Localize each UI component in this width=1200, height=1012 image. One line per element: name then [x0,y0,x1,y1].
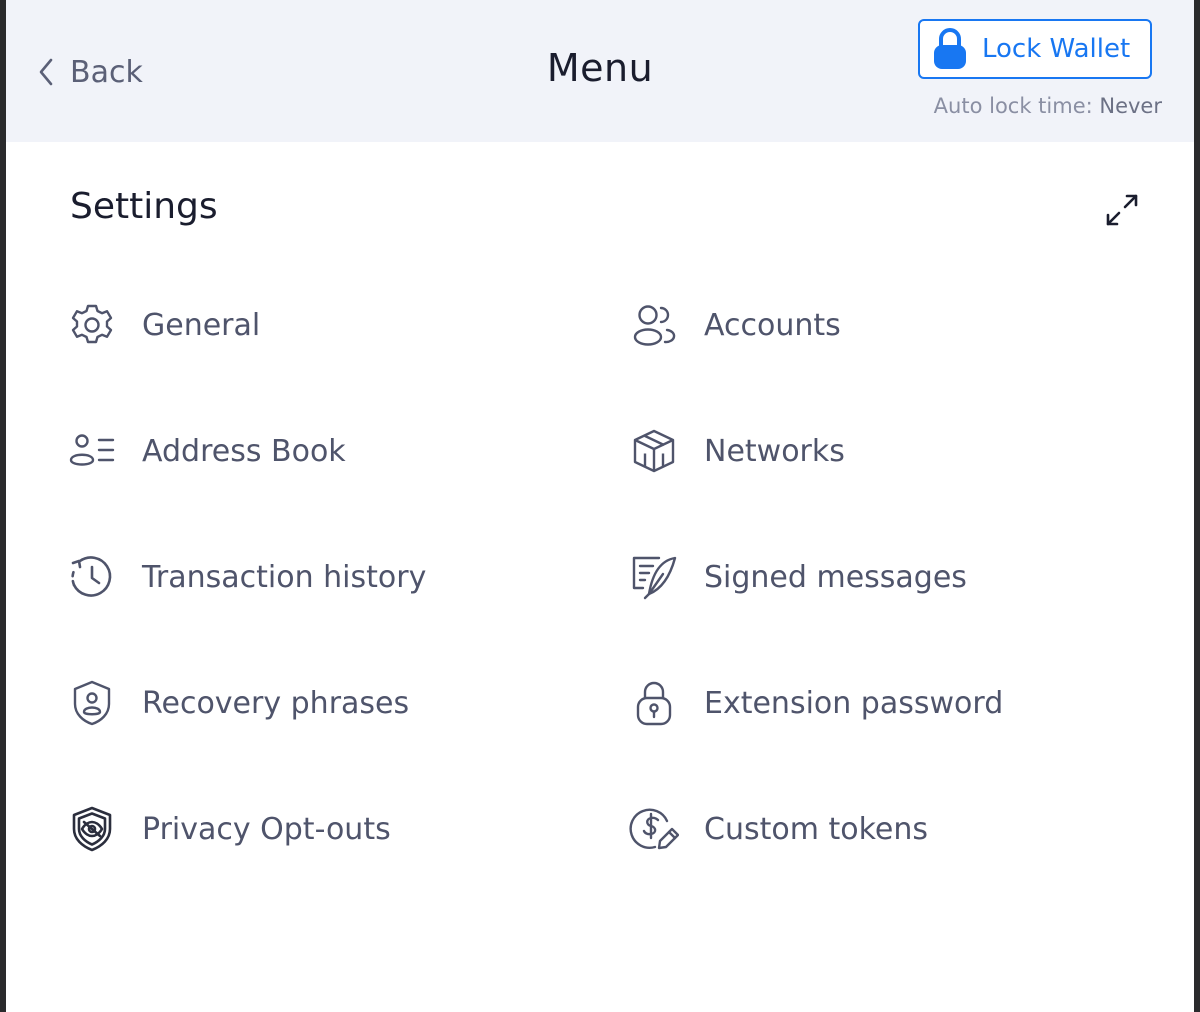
custom-token-icon [626,801,682,857]
settings-item-recovery-phrases[interactable]: Recovery phrases [64,640,584,766]
settings-item-privacy-opt-outs[interactable]: Privacy Opt-outs [64,766,584,892]
shield-user-icon [64,675,120,731]
auto-lock-value: Never [1099,94,1162,118]
back-button[interactable]: Back [36,50,143,94]
settings-item-label: Privacy Opt-outs [142,811,391,847]
settings-item-extension-password[interactable]: Extension password [626,640,1166,766]
page-title: Menu [546,46,654,90]
accounts-icon [626,297,682,353]
lock-wallet-button[interactable]: Lock Wallet [918,19,1152,79]
back-label: Back [70,54,143,90]
settings-item-transaction-history[interactable]: Transaction history [64,514,584,640]
menu-window: Back Menu Lock Wallet Auto lock time: Ne… [6,0,1194,1012]
chevron-left-icon [39,58,53,86]
settings-item-general[interactable]: General [64,262,584,388]
header-bar: Back Menu Lock Wallet Auto lock time: Ne… [6,0,1194,142]
settings-item-label: Accounts [704,307,841,343]
networks-icon [626,423,682,479]
settings-item-label: Networks [704,433,845,469]
expand-icon[interactable] [1102,190,1142,230]
settings-title: Settings [70,186,218,227]
app-frame: Back Menu Lock Wallet Auto lock time: Ne… [0,0,1200,1012]
address-book-icon [64,423,120,479]
signed-messages-icon [626,549,682,605]
padlock-icon [626,675,682,731]
history-icon [64,549,120,605]
settings-item-label: Recovery phrases [142,685,410,721]
privacy-shield-icon [64,801,120,857]
settings-item-address-book[interactable]: Address Book [64,388,584,514]
settings-item-label: Extension password [704,685,1004,721]
settings-item-custom-tokens[interactable]: Custom tokens [626,766,1166,892]
settings-item-label: Signed messages [704,559,967,595]
auto-lock-status: Auto lock time: Never [934,94,1162,118]
lock-wallet-label: Lock Wallet [982,34,1131,64]
settings-item-label: Custom tokens [704,811,928,847]
settings-item-label: Address Book [142,433,346,469]
lock-icon [934,28,966,69]
settings-item-signed-messages[interactable]: Signed messages [626,514,1166,640]
auto-lock-prefix: Auto lock time: [933,94,1100,118]
settings-item-label: Transaction history [142,559,427,595]
gear-icon [64,297,120,353]
settings-item-accounts[interactable]: Accounts [626,262,1166,388]
settings-item-label: General [142,307,261,343]
settings-item-networks[interactable]: Networks [626,388,1166,514]
